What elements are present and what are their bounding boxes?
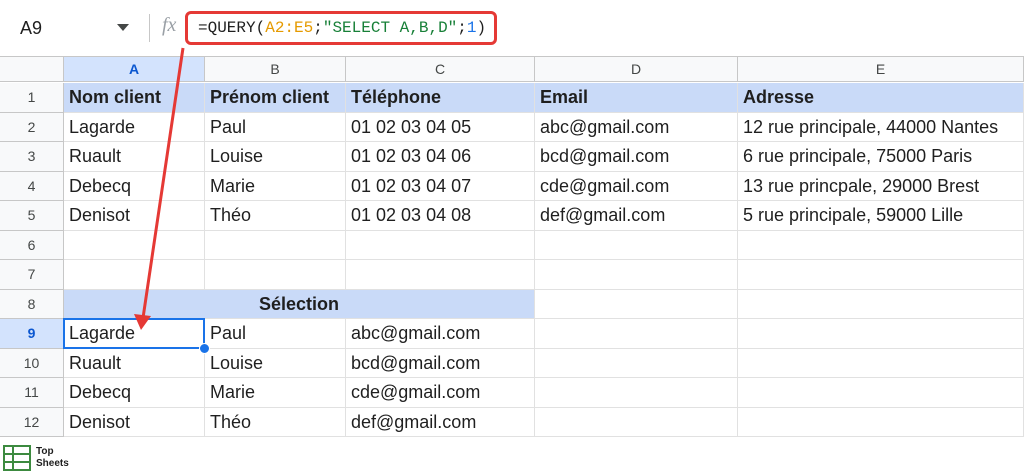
table-cell[interactable]: cde@gmail.com xyxy=(535,171,738,201)
row-header-5[interactable]: 5 xyxy=(0,201,64,231)
column-header-e[interactable]: E xyxy=(738,57,1024,82)
table-cell[interactable]: 01 02 03 04 05 xyxy=(346,112,535,142)
table-cell[interactable]: Debecq xyxy=(64,171,205,201)
query-result-cell[interactable]: Lagarde xyxy=(64,319,205,349)
row-header-12[interactable]: 12 xyxy=(0,407,64,437)
fx-icon: fx xyxy=(162,14,177,36)
row-header-8[interactable]: 8 xyxy=(0,289,64,319)
query-result-cell[interactable]: Denisot xyxy=(64,407,205,437)
top-sheets-logo: Top Sheets xyxy=(3,445,73,473)
table-header-cell[interactable]: Téléphone xyxy=(346,83,535,113)
row-header-2[interactable]: 2 xyxy=(0,112,64,142)
table-cell[interactable]: Paul xyxy=(205,112,346,142)
fill-handle[interactable] xyxy=(199,342,210,354)
empty-cell[interactable] xyxy=(738,260,1024,290)
formula-separator: ; xyxy=(457,19,467,37)
query-result-cell[interactable]: def@gmail.com xyxy=(346,407,535,437)
empty-cell[interactable] xyxy=(535,407,738,437)
table-cell[interactable]: 01 02 03 04 06 xyxy=(346,142,535,172)
table-cell[interactable]: 12 rue principale, 44000 Nantes xyxy=(738,112,1024,142)
table-cell[interactable]: Lagarde xyxy=(64,112,205,142)
table-header-cell[interactable]: Nom client xyxy=(64,83,205,113)
query-result-cell[interactable]: Debecq xyxy=(64,378,205,408)
formula-query-string: "SELECT A,B,D" xyxy=(322,19,458,37)
empty-cell[interactable] xyxy=(535,378,738,408)
row-header-9[interactable]: 9 xyxy=(0,319,64,349)
table-cell[interactable]: 01 02 03 04 08 xyxy=(346,201,535,231)
table-cell[interactable]: Denisot xyxy=(64,201,205,231)
query-result-cell[interactable]: abc@gmail.com xyxy=(346,319,535,349)
table-cell[interactable]: Théo xyxy=(205,201,346,231)
empty-cell[interactable] xyxy=(535,289,738,319)
table-cell[interactable]: abc@gmail.com xyxy=(535,112,738,142)
empty-cell[interactable] xyxy=(535,260,738,290)
empty-cell[interactable] xyxy=(738,319,1024,349)
table-header-cell[interactable]: Email xyxy=(535,83,738,113)
empty-cell[interactable] xyxy=(346,260,535,290)
query-result-cell[interactable]: Paul xyxy=(205,319,346,349)
formula-highlight-box: =QUERY(A2:E5;"SELECT A,B,D";1) xyxy=(185,11,497,45)
query-result-cell[interactable]: Ruault xyxy=(64,348,205,378)
table-cell[interactable]: Ruault xyxy=(64,142,205,172)
empty-cell[interactable] xyxy=(64,230,205,260)
table-header-cell[interactable]: Prénom client xyxy=(205,83,346,113)
row-header-4[interactable]: 4 xyxy=(0,171,64,201)
sheet-grid-icon xyxy=(3,445,31,471)
logo-line-sheets: Sheets xyxy=(36,458,69,469)
name-box-value: A9 xyxy=(20,18,43,38)
table-cell[interactable]: 5 rue principale, 59000 Lille xyxy=(738,201,1024,231)
empty-cell[interactable] xyxy=(205,230,346,260)
query-result-cell[interactable]: Marie xyxy=(205,378,346,408)
empty-cell[interactable] xyxy=(738,378,1024,408)
table-cell[interactable]: 13 rue princpale, 29000 Brest xyxy=(738,171,1024,201)
row-header-3[interactable]: 3 xyxy=(0,142,64,172)
table-cell[interactable]: 01 02 03 04 07 xyxy=(346,171,535,201)
empty-cell[interactable] xyxy=(64,260,205,290)
empty-cell[interactable] xyxy=(535,348,738,378)
column-header-a[interactable]: A xyxy=(64,57,205,82)
empty-cell[interactable] xyxy=(205,260,346,290)
formula-input[interactable]: =QUERY(A2:E5;"SELECT A,B,D";1) xyxy=(198,19,486,37)
formula-separator: ; xyxy=(313,19,323,37)
table-cell[interactable]: 6 rue principale, 75000 Paris xyxy=(738,142,1024,172)
table-header-cell[interactable]: Adresse xyxy=(738,83,1024,113)
column-header-c[interactable]: C xyxy=(346,57,535,82)
select-all-corner[interactable] xyxy=(0,57,64,82)
formula-bar: A9 fx =QUERY(A2:E5;"SELECT A,B,D";1) xyxy=(0,0,1024,57)
formula-bar-divider xyxy=(149,14,150,42)
row-header-6[interactable]: 6 xyxy=(0,230,64,260)
formula-range: A2:E5 xyxy=(265,19,314,37)
table-cell[interactable]: Marie xyxy=(205,171,346,201)
chevron-down-icon[interactable] xyxy=(117,24,129,31)
query-result-cell[interactable]: bcd@gmail.com xyxy=(346,348,535,378)
row-header-7[interactable]: 7 xyxy=(0,260,64,290)
empty-cell[interactable] xyxy=(738,348,1024,378)
query-result-cell[interactable]: Théo xyxy=(205,407,346,437)
logo-line-top: Top xyxy=(36,446,54,457)
row-header-1[interactable]: 1 xyxy=(0,83,64,113)
formula-suffix: ) xyxy=(476,19,487,37)
row-header-10[interactable]: 10 xyxy=(0,348,64,378)
query-result-cell[interactable]: Louise xyxy=(205,348,346,378)
table-cell[interactable]: bcd@gmail.com xyxy=(535,142,738,172)
name-box[interactable]: A9 xyxy=(0,10,140,46)
empty-cell[interactable] xyxy=(738,230,1024,260)
empty-cell[interactable] xyxy=(738,289,1024,319)
formula-prefix: =QUERY( xyxy=(198,19,266,37)
table-cell[interactable]: Louise xyxy=(205,142,346,172)
empty-cell[interactable] xyxy=(346,230,535,260)
query-result-cell[interactable]: cde@gmail.com xyxy=(346,378,535,408)
column-header-d[interactable]: D xyxy=(535,57,738,82)
row-header-11[interactable]: 11 xyxy=(0,378,64,408)
empty-cell[interactable] xyxy=(738,407,1024,437)
column-header-b[interactable]: B xyxy=(205,57,346,82)
selection-title-cell[interactable]: Sélection xyxy=(64,289,535,319)
empty-cell[interactable] xyxy=(535,230,738,260)
empty-cell[interactable] xyxy=(535,319,738,349)
table-cell[interactable]: def@gmail.com xyxy=(535,201,738,231)
